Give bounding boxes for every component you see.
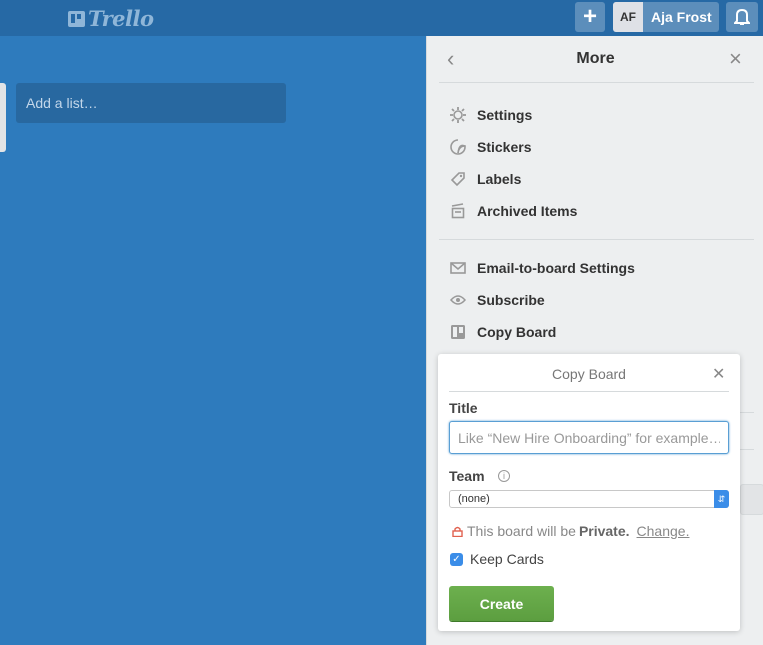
board-icon — [449, 323, 467, 341]
menu-item-labels[interactable]: Labels — [449, 166, 521, 192]
board-title-input[interactable] — [449, 421, 729, 454]
tag-icon — [449, 170, 467, 188]
menu-item-subscribe[interactable]: Subscribe — [449, 287, 545, 313]
sidebar-title: More — [576, 50, 615, 67]
menu-item-label: Settings — [477, 107, 533, 123]
logo-text: Trello — [88, 6, 154, 31]
menu-item-email-to-board[interactable]: Email-to-board Settings — [449, 255, 635, 281]
privacy-notice: This board will be Private. Change. — [452, 523, 689, 539]
menu-item-stickers[interactable]: Stickers — [449, 134, 531, 160]
keep-cards-label: Keep Cards — [470, 551, 544, 567]
menu-item-label: Subscribe — [477, 292, 545, 308]
create-button[interactable]: Create — [449, 586, 554, 621]
sticker-icon — [449, 138, 467, 156]
envelope-icon — [449, 259, 467, 277]
menu-item-archived-items[interactable]: Archived Items — [449, 198, 577, 224]
avatar: AF — [613, 2, 643, 32]
user-name: Aja Frost — [651, 9, 712, 25]
trello-logo-icon — [68, 10, 85, 27]
add-list-button[interactable]: Add a list… — [16, 83, 286, 123]
hidden-menu-control — [740, 484, 763, 515]
menu-item-label: Labels — [477, 171, 522, 187]
close-sidebar-button[interactable]: × — [729, 46, 742, 72]
privacy-prefix: This board will be — [467, 523, 576, 539]
info-icon[interactable]: i — [498, 470, 510, 482]
team-label: Team — [449, 468, 485, 484]
menu-item-label: Copy Board — [477, 324, 557, 340]
close-popup-button[interactable]: ✕ — [712, 364, 725, 384]
copy-board-popup: Copy Board ✕ Title Team i (none) ⇵ This … — [438, 354, 740, 631]
bell-icon — [734, 8, 750, 25]
menu-item-label: Stickers — [477, 139, 532, 155]
menu-item-label: Archived Items — [477, 203, 578, 219]
eye-icon — [449, 291, 467, 309]
keep-cards-checkbox[interactable]: ✓ — [450, 552, 463, 566]
notifications-button[interactable] — [726, 2, 758, 32]
change-privacy-link[interactable]: Change. — [637, 523, 690, 539]
title-label: Title — [449, 400, 478, 416]
divider — [439, 239, 754, 240]
team-select-value: (none) — [458, 493, 490, 505]
popup-title: Copy Board — [552, 366, 626, 382]
list-card-edge[interactable] — [0, 83, 6, 152]
team-select[interactable]: (none) ⇵ — [449, 490, 729, 508]
divider — [449, 391, 729, 392]
select-arrows-icon: ⇵ — [714, 490, 729, 508]
add-button[interactable]: + — [575, 2, 605, 32]
menu-item-copy-board[interactable]: Copy Board — [449, 319, 556, 345]
top-header: Trello + AF Aja Frost — [0, 0, 763, 36]
keep-cards-checkbox-row[interactable]: ✓ Keep Cards — [450, 551, 544, 567]
archive-icon — [449, 202, 467, 220]
divider — [439, 82, 754, 83]
lock-icon — [452, 526, 463, 537]
privacy-level: Private. — [578, 523, 630, 539]
gear-icon — [449, 106, 467, 124]
menu-item-label: Email-to-board Settings — [477, 260, 635, 276]
user-menu-button[interactable]: AF Aja Frost — [613, 2, 719, 32]
menu-item-settings[interactable]: Settings — [449, 102, 532, 128]
trello-logo[interactable]: Trello — [68, 6, 154, 31]
